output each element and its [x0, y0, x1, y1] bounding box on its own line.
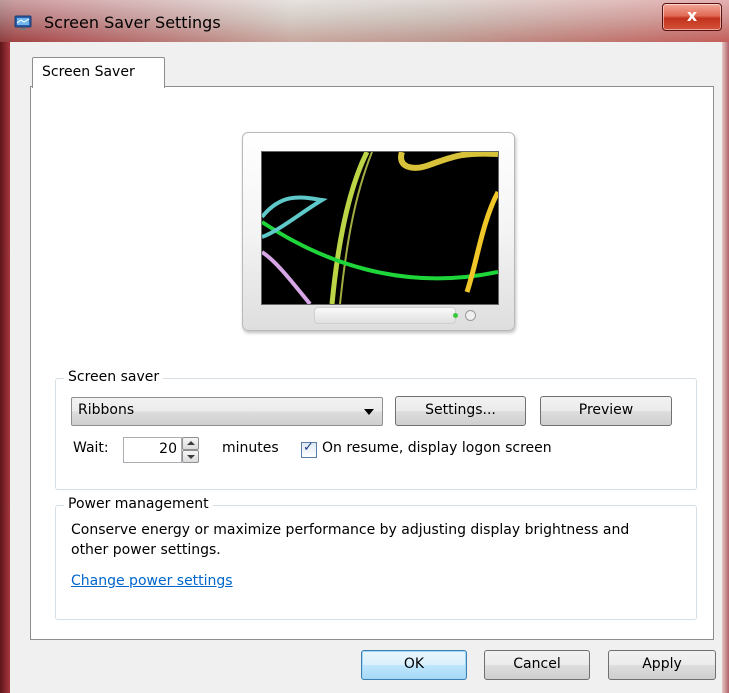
preview-screen — [261, 151, 499, 305]
ribbons-preview-graphic — [262, 152, 498, 304]
ok-button[interactable]: OK — [361, 650, 467, 680]
preview-button[interactable]: Preview — [540, 396, 672, 426]
checkmark-icon: ✓ — [303, 440, 314, 455]
wait-minutes-input[interactable]: 20 — [123, 437, 182, 463]
stepper-up-button[interactable] — [182, 437, 199, 450]
window-frame-right — [722, 42, 729, 693]
tab-screen-saver[interactable]: Screen Saver — [32, 57, 165, 88]
screen-saver-dropdown[interactable]: Ribbons — [71, 397, 383, 426]
settings-button[interactable]: Settings... — [395, 396, 526, 426]
power-led-icon — [453, 313, 458, 318]
wait-stepper[interactable] — [182, 437, 199, 463]
minutes-label: minutes — [222, 440, 279, 456]
title-bar[interactable]: Screen Saver Settings x — [0, 0, 729, 42]
resume-logon-label[interactable]: On resume, display logon screen — [322, 440, 552, 456]
chevron-up-icon — [187, 441, 195, 445]
monitor-bezel-base — [314, 307, 456, 324]
monitor-preview — [242, 132, 515, 331]
monitor-power-icon — [465, 310, 476, 321]
tab-screen-saver-label: Screen Saver — [42, 64, 135, 80]
stepper-down-button[interactable] — [182, 450, 199, 463]
resume-logon-checkbox[interactable]: ✓ — [301, 440, 317, 458]
close-icon: x — [686, 6, 698, 25]
screen-saver-dropdown-value: Ribbons — [78, 402, 135, 418]
screen-saver-group: Screen saver Ribbons Settings... Preview… — [55, 369, 697, 490]
wait-label: Wait: — [73, 440, 109, 456]
dropdown-arrow-icon — [364, 409, 374, 415]
screen-saver-app-icon — [14, 15, 32, 30]
close-button[interactable]: x — [662, 3, 722, 31]
dialog-body: Screen Saver Screen saver Ribbons Settin… — [10, 42, 722, 693]
window-title: Screen Saver Settings — [44, 13, 221, 32]
power-management-group-label: Power management — [64, 496, 213, 512]
screen-saver-settings-window: Screen Saver Settings x Screen Saver Scr… — [0, 0, 729, 693]
chevron-down-icon — [187, 455, 195, 459]
change-power-settings-link[interactable]: Change power settings — [71, 573, 233, 589]
apply-button[interactable]: Apply — [608, 650, 716, 680]
wait-minutes-value: 20 — [159, 441, 177, 457]
power-management-group: Power management Conserve energy or maxi… — [55, 496, 697, 620]
tab-page: Screen saver Ribbons Settings... Preview… — [30, 86, 714, 640]
window-frame-left — [0, 42, 10, 693]
screen-saver-group-label: Screen saver — [64, 369, 164, 385]
cancel-button[interactable]: Cancel — [484, 650, 590, 680]
power-management-description: Conserve energy or maximize performance … — [71, 522, 630, 558]
